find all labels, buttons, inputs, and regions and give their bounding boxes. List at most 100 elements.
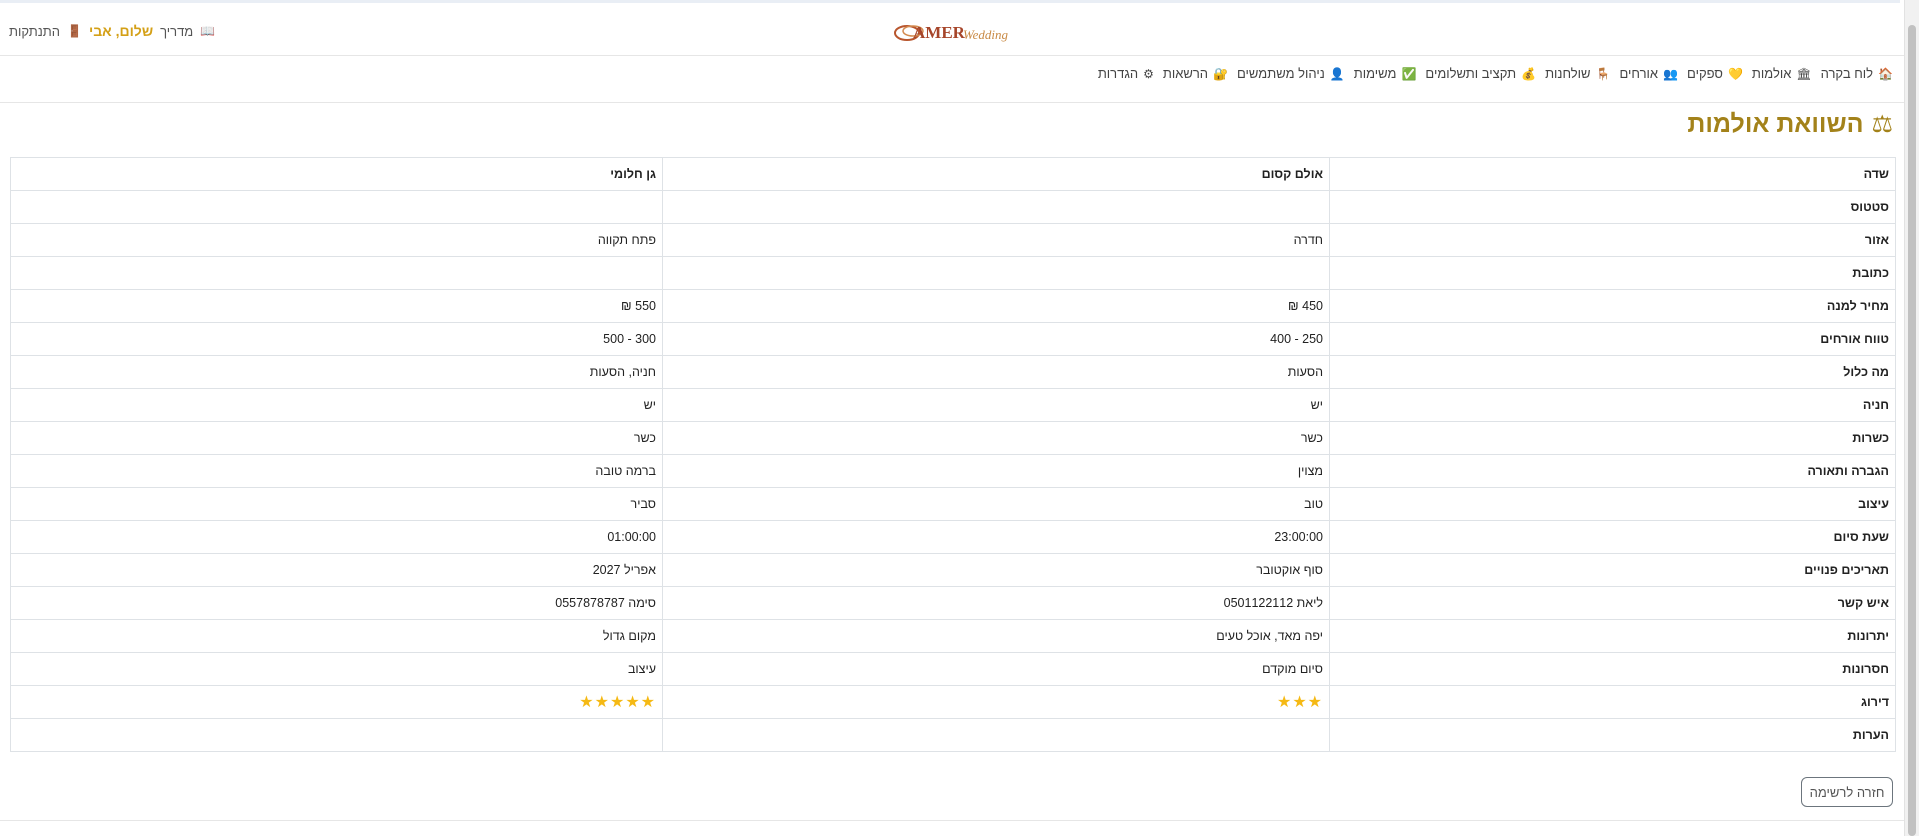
hall-2-value: סביר (10, 487, 663, 521)
table-row: יתרונות יפה מאד, אוכל טעים מקום גדול (10, 619, 1896, 653)
nav-item-label: ספקים (1687, 66, 1723, 81)
hall-1-value: ליאת 0501122112 (662, 586, 1330, 620)
table-row: אזור חדרה פתח תקווה (10, 223, 1896, 257)
table-row: מה כלול הסעות חניה, הסעות (10, 355, 1896, 389)
nav-item-users[interactable]: 👤 ניהול משתמשים (1237, 66, 1345, 81)
nav-item-halls[interactable]: 🏛 אולמות (1752, 66, 1812, 81)
nav-item-guests[interactable]: 👥 אורחים (1619, 66, 1678, 81)
nav-item-label: משימות (1353, 66, 1397, 81)
field-label: כתובת (1329, 256, 1896, 290)
tasks-icon: ✅ (1401, 66, 1417, 81)
table-row: איש קשר ליאת 0501122112 סימה 0557878787 (10, 586, 1896, 620)
table-row: תאריכים פנויים סוף אוקטובר אפריל 2027 (10, 553, 1896, 587)
hall-2-value: חניה, הסעות (10, 355, 663, 389)
hall-2-value (10, 256, 663, 290)
top-header: 📖 מדריך שלום, אבי 🚪 התנתקות AMER Wedding (0, 11, 1905, 56)
rating-stars: ★★★★★ (579, 694, 656, 711)
hall-1-value: חדרה (662, 223, 1330, 257)
field-label: אזור (1329, 223, 1896, 257)
logout-link[interactable]: התנתקות (9, 24, 60, 39)
hall-1-value: כשר (662, 421, 1330, 455)
header-field: שדה (1329, 157, 1896, 191)
nav-item-label: אולמות (1751, 66, 1792, 81)
rating-stars: ★★★ (1276, 694, 1323, 711)
nav-item-label: שולחנות (1545, 66, 1591, 81)
hall-1-value (662, 718, 1330, 752)
hall-2-value: יש (10, 388, 663, 422)
nav-item-label: הגדרות (1097, 66, 1139, 81)
nav-item-permissions[interactable]: 🔐 הרשאות (1163, 66, 1228, 81)
hall-2-value (10, 718, 663, 752)
table-row: כתובת (10, 256, 1896, 290)
logo-graphic: AMER Wedding (894, 23, 1009, 42)
halls-icon: 🏛 (1796, 66, 1812, 81)
hall-1-value (662, 190, 1330, 224)
table-row: טווח אורחים 250 - 400 300 - 500 (10, 322, 1896, 356)
field-label: איש קשר (1329, 586, 1896, 620)
halls-comparison-table: שדה אולם קסום גן חלומי סטטוס אזור חדרה פתח … (10, 157, 1896, 752)
dashboard-icon: 🏠 (1878, 66, 1893, 81)
nav-item-dashboard[interactable]: 🏠 לוח בקרה (1821, 66, 1893, 81)
hall-2-value: 550 ₪ (10, 289, 663, 323)
hall-2-value: כשר (10, 421, 663, 455)
table-row: הגברה ותאורה מצוין ברמה טובה (10, 454, 1896, 488)
hall-2-value: מקום גדול (10, 619, 663, 653)
hall-2-value: ★★★★★ (10, 685, 663, 719)
field-label: שעת סיום (1329, 520, 1896, 554)
guests-icon: 👥 (1663, 66, 1679, 81)
permissions-icon: 🔐 (1213, 66, 1228, 81)
nav-item-label: לוח בקרה (1820, 66, 1874, 81)
page-scrollbar[interactable] (1904, 0, 1919, 836)
hall-2-value: 01:00:00 (10, 520, 663, 554)
nav-item-label: ניהול משתמשים (1237, 66, 1325, 81)
field-label: תאריכים פנויים (1329, 553, 1896, 587)
logo-script: Wedding (963, 27, 1009, 42)
nav-item-budget[interactable]: 💰 תקציב ותשלומים (1425, 66, 1536, 81)
nav-item-label: אורחים (1619, 66, 1659, 81)
nav-item-label: הרשאות (1162, 66, 1209, 81)
hall-1-value: סיום מוקדם (662, 652, 1330, 686)
scrollbar-thumb[interactable] (1908, 25, 1916, 836)
table-row: הערות (10, 718, 1896, 752)
budget-icon: 💰 (1521, 66, 1537, 81)
field-label: מה כלול (1329, 355, 1896, 389)
scales-icon: ⚖ (1871, 111, 1893, 138)
guide-link[interactable]: מדריך (160, 24, 193, 39)
page-title-text: השוואת אולמות (1687, 110, 1864, 138)
table-row: כשרות כשר כשר (10, 421, 1896, 455)
browser-top-edge (0, 0, 1900, 3)
table-row: עיצוב טוב סביר (10, 487, 1896, 521)
users-icon: 👤 (1329, 66, 1345, 81)
hall-1-value: 250 - 400 (662, 322, 1330, 356)
hall-1-value: 450 ₪ (662, 289, 1330, 323)
table-row: סטטוס (10, 190, 1896, 224)
hall-1-value: ★★★ (662, 685, 1330, 719)
back-to-list-button[interactable]: חזרה לרשימה (1801, 777, 1893, 807)
field-label: חניה (1329, 388, 1896, 422)
hall-1-value: הסעות (662, 355, 1330, 389)
settings-icon: ⚙ (1143, 66, 1154, 81)
field-label: יתרונות (1329, 619, 1896, 653)
tables-icon: 🪑 (1595, 66, 1611, 81)
field-label: מחיר למנה (1329, 289, 1896, 323)
app-logo[interactable]: AMER Wedding (893, 17, 1015, 49)
main-nav: 🏠 לוח בקרה 🏛 אולמות 💛 ספקים 👥 אורחים 🪑 שולחנות 💰 תק… (1098, 66, 1893, 81)
nav-item-tasks[interactable]: ✅ משימות (1354, 66, 1417, 81)
user-area: 📖 מדריך שלום, אבי 🚪 התנתקות (9, 23, 215, 39)
nav-item-tables[interactable]: 🪑 שולחנות (1545, 66, 1610, 81)
nav-item-settings[interactable]: ⚙ הגדרות (1098, 66, 1154, 81)
hall-1-value: מצוין (662, 454, 1330, 488)
table-row: חניה יש יש (10, 388, 1896, 422)
nav-item-suppliers[interactable]: 💛 ספקים (1687, 66, 1743, 81)
field-label: טווח אורחים (1329, 322, 1896, 356)
hall-2-value: פתח תקווה (10, 223, 663, 257)
table-row: מחיר למנה 450 ₪ 550 ₪ (10, 289, 1896, 323)
suppliers-icon: 💛 (1727, 66, 1743, 81)
field-label: הערות (1329, 718, 1896, 752)
logo-text: AMER (913, 23, 966, 42)
table-row: דירוג ★★★ ★★★★★ (10, 685, 1896, 719)
header-hall-1: אולם קסום (662, 157, 1330, 191)
nav-divider (0, 102, 1905, 103)
field-label: דירוג (1329, 685, 1896, 719)
hall-2-value: ברמה טובה (10, 454, 663, 488)
